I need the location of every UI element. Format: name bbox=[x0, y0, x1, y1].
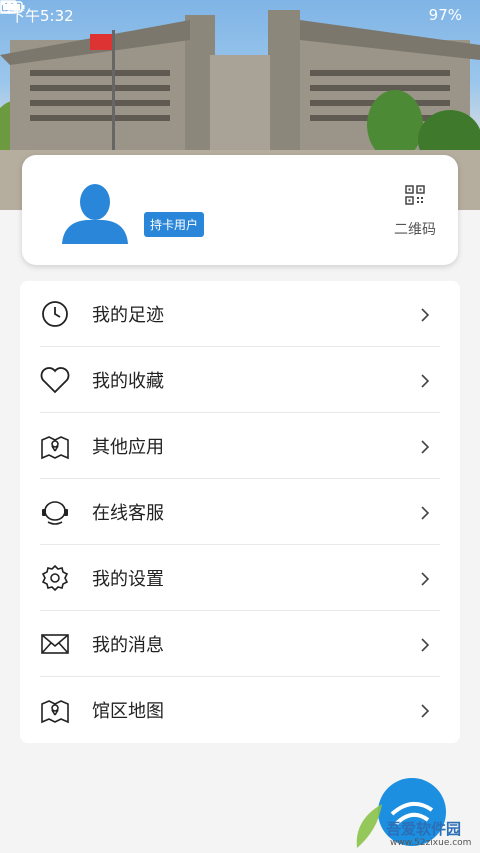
chevron-right-icon bbox=[418, 307, 432, 322]
menu-list: 我的足迹 我的收藏 其他应用 在线客服 我的设置 我的消息 馆区地图 bbox=[20, 281, 460, 743]
avatar[interactable] bbox=[60, 180, 130, 245]
menu-item-library-map[interactable]: 馆区地图 bbox=[40, 677, 440, 743]
menu-item-label: 我的设置 bbox=[92, 568, 164, 590]
gear-icon bbox=[40, 563, 70, 593]
menu-item-footprints[interactable]: 我的足迹 bbox=[40, 281, 440, 347]
map-icon bbox=[40, 695, 70, 725]
menu-item-online-service[interactable]: 在线客服 bbox=[40, 479, 440, 545]
qr-code-icon bbox=[390, 185, 440, 209]
clock-icon bbox=[40, 299, 70, 329]
menu-item-label: 其他应用 bbox=[92, 436, 164, 458]
chevron-right-icon bbox=[418, 439, 432, 454]
menu-item-label: 我的足迹 bbox=[92, 304, 164, 326]
qr-code-button[interactable]: 二维码 bbox=[390, 185, 440, 239]
chevron-right-icon bbox=[418, 637, 432, 652]
profile-card[interactable]: 持卡用户 二维码 bbox=[22, 155, 458, 265]
qr-code-label: 二维码 bbox=[394, 222, 436, 238]
mail-icon bbox=[40, 629, 70, 659]
status-bar: 下午5:32 97% bbox=[0, 0, 480, 30]
map-pin-icon bbox=[40, 431, 70, 461]
headset-icon bbox=[40, 497, 70, 527]
menu-item-label: 我的收藏 bbox=[92, 370, 164, 392]
menu-item-other-apps[interactable]: 其他应用 bbox=[40, 413, 440, 479]
chevron-right-icon bbox=[418, 373, 432, 388]
watermark-title: 吾爱软件园 bbox=[386, 820, 462, 838]
chevron-right-icon bbox=[418, 505, 432, 520]
watermark: 吾爱软件园 www.52zixue.com bbox=[352, 780, 480, 853]
menu-item-label: 馆区地图 bbox=[92, 701, 164, 722]
watermark-url: www.52zixue.com bbox=[390, 838, 472, 848]
card-user-badge: 持卡用户 bbox=[144, 212, 205, 237]
menu-item-settings[interactable]: 我的设置 bbox=[40, 545, 440, 611]
battery-percent: 97% bbox=[428, 6, 462, 24]
heart-icon bbox=[40, 365, 70, 395]
chevron-right-icon bbox=[418, 703, 432, 718]
menu-item-favorites[interactable]: 我的收藏 bbox=[40, 347, 440, 413]
menu-item-label: 在线客服 bbox=[92, 502, 164, 524]
menu-item-label: 我的消息 bbox=[92, 634, 164, 656]
chevron-right-icon bbox=[418, 571, 432, 586]
menu-item-messages[interactable]: 我的消息 bbox=[40, 611, 440, 677]
